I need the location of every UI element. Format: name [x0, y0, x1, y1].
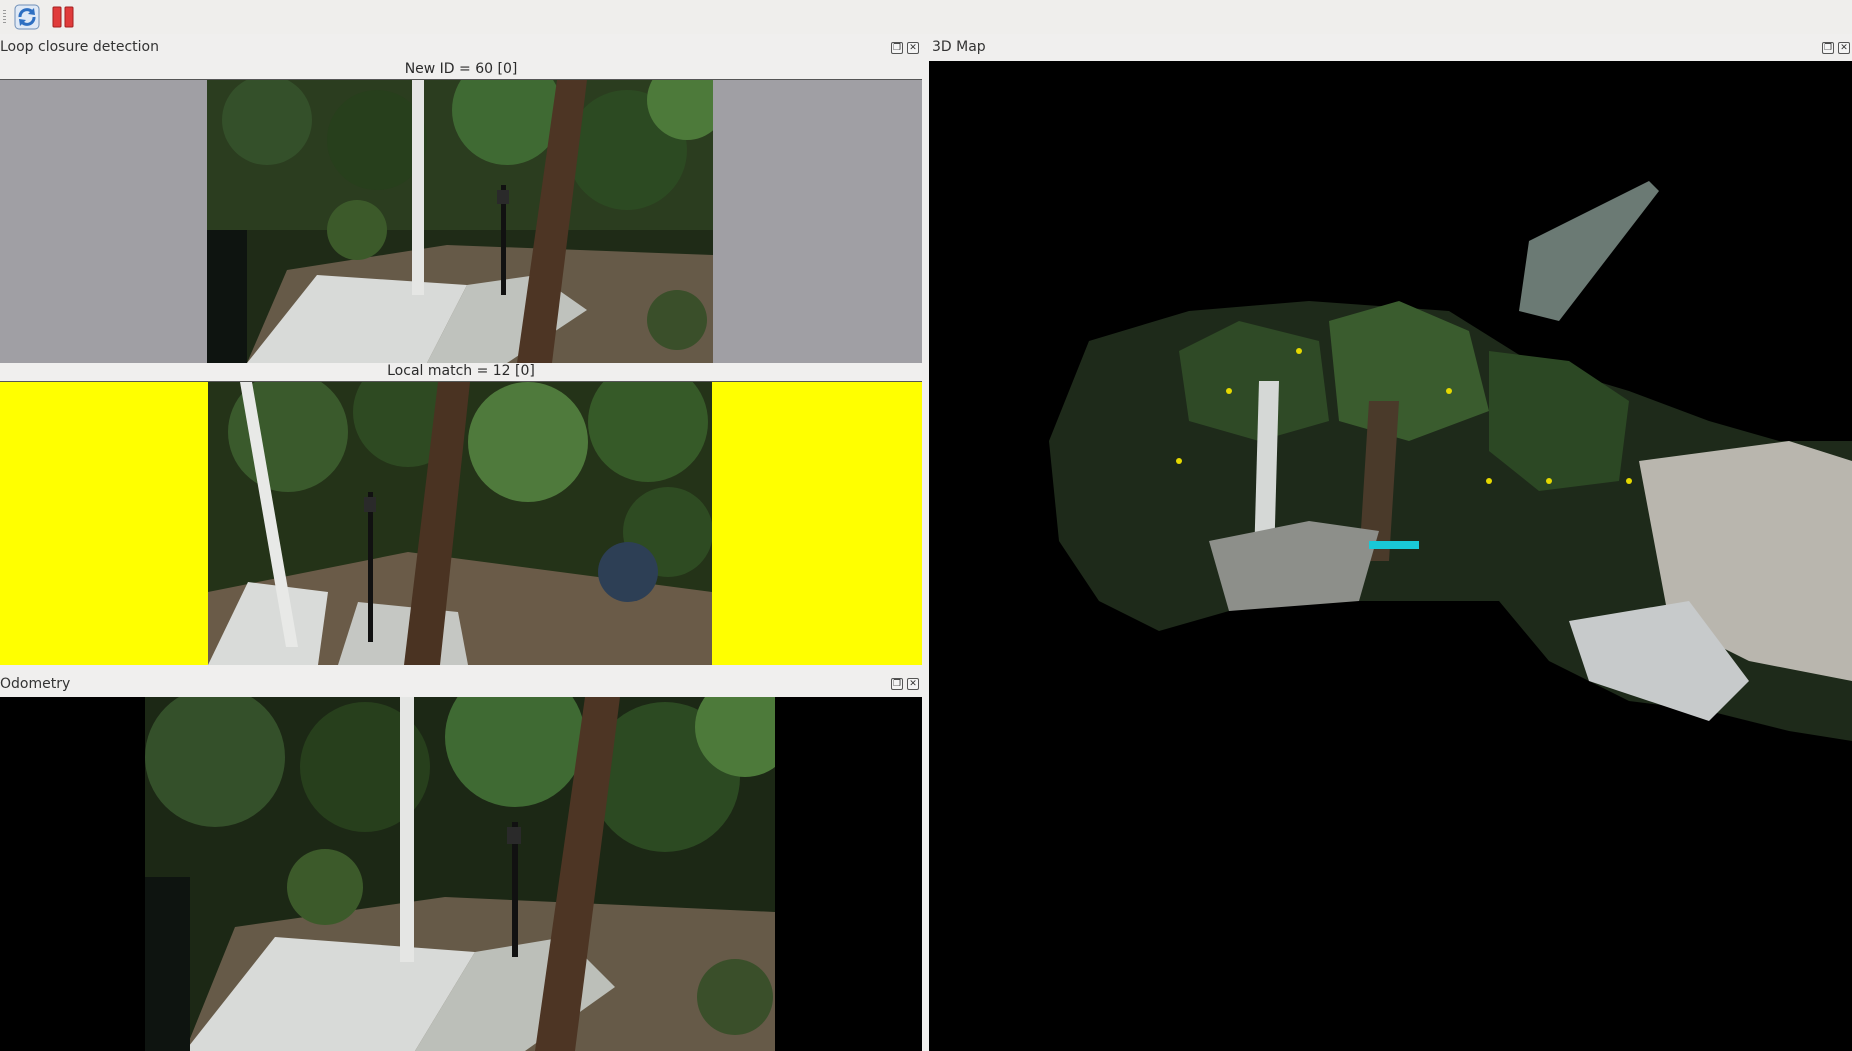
- odometry-dock-buttons: ❐ ✕: [891, 678, 919, 692]
- new-image: [207, 80, 713, 363]
- new-id-label: New ID = 60 [0]: [404, 61, 518, 77]
- map-dock-buttons: ❐ ✕: [1822, 42, 1850, 56]
- local-match-image: [208, 382, 712, 665]
- local-match-panel: [0, 382, 922, 665]
- close-icon[interactable]: ✕: [907, 42, 919, 54]
- refresh-button[interactable]: [14, 4, 40, 30]
- float-icon[interactable]: ❐: [891, 678, 903, 690]
- float-icon[interactable]: ❐: [891, 42, 903, 54]
- close-icon[interactable]: ✕: [1838, 42, 1850, 54]
- close-icon[interactable]: ✕: [907, 678, 919, 690]
- map-dock-title: 3D Map: [932, 39, 986, 55]
- odometry-panel: [0, 697, 922, 1051]
- point-cloud: [1049, 181, 1852, 741]
- float-icon[interactable]: ❐: [1822, 42, 1834, 54]
- main-toolbar: [0, 0, 1852, 34]
- odometry-image: [145, 697, 775, 1051]
- odometry-dock-title: Odometry: [0, 676, 71, 692]
- new-image-panel: [0, 80, 922, 363]
- pause-button[interactable]: [50, 4, 76, 30]
- loop-closure-dock-title: Loop closure detection: [0, 39, 159, 55]
- local-match-label: Local match = 12 [0]: [387, 363, 535, 379]
- refresh-icon: [14, 4, 40, 30]
- loop-closure-dock-buttons: ❐ ✕: [891, 42, 919, 56]
- map-3d-view[interactable]: [929, 61, 1852, 1051]
- toolbar-grip[interactable]: [3, 10, 6, 24]
- pause-icon: [52, 6, 74, 28]
